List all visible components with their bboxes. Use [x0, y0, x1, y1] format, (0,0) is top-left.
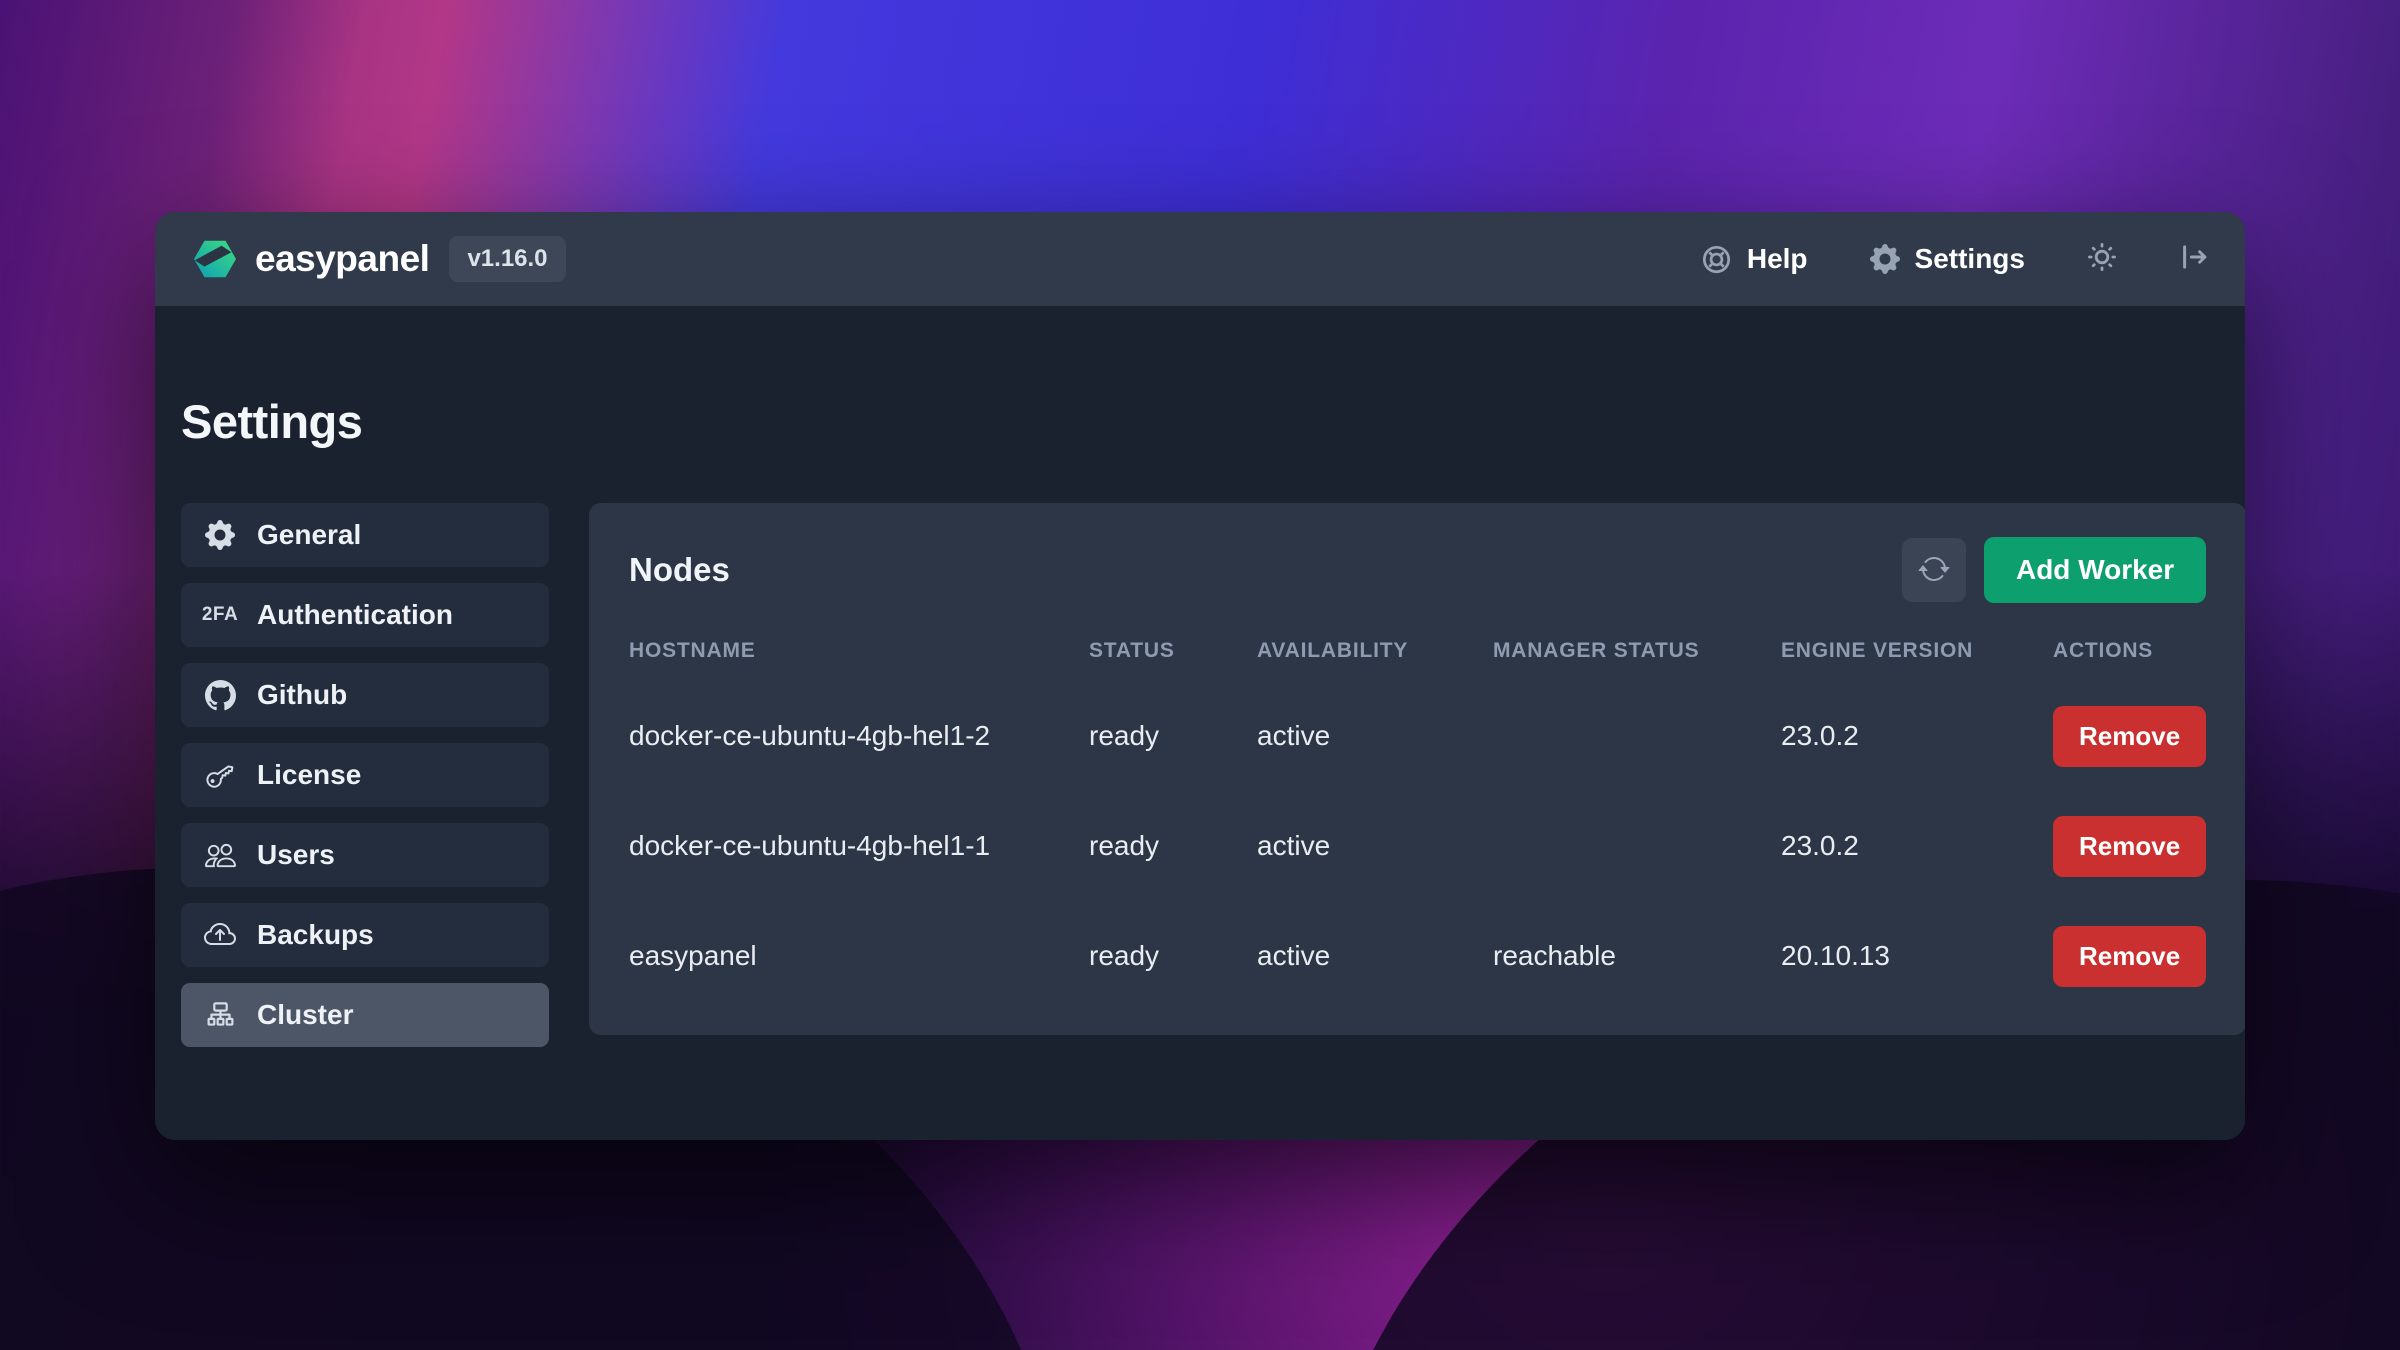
settings-sidebar: General 2FA Authentication Github Licens…: [181, 503, 549, 1047]
logout-button[interactable]: [2179, 242, 2209, 277]
sidebar-item-license[interactable]: License: [181, 743, 549, 807]
sidebar-item-label: Github: [257, 679, 347, 711]
table-header-row: HOSTNAMESTATUSAVAILABILITYMANAGER STATUS…: [629, 621, 2206, 681]
sidebar-item-general[interactable]: General: [181, 503, 549, 567]
cell-engine-version: 23.0.2: [1781, 720, 2053, 752]
sidebar-item-label: Backups: [257, 919, 374, 951]
cell-engine-version: 23.0.2: [1781, 830, 2053, 862]
sidebar-item-cluster[interactable]: Cluster: [181, 983, 549, 1047]
lifebuoy-icon: [1701, 244, 1732, 275]
sidebar-item-label: Authentication: [257, 599, 453, 631]
column-header: STATUS: [1089, 639, 1257, 663]
brand-name: easypanel: [255, 238, 429, 280]
add-worker-button[interactable]: Add Worker: [1984, 537, 2206, 603]
sidebar-item-users[interactable]: Users: [181, 823, 549, 887]
cell-status: ready: [1089, 720, 1257, 752]
sidebar-item-github[interactable]: Github: [181, 663, 549, 727]
settings-page: Settings General 2FA Authentication Gith…: [155, 306, 2245, 1047]
cell-availability: active: [1257, 830, 1493, 862]
brand[interactable]: easypanel: [191, 235, 429, 283]
cell-engine-version: 20.10.13: [1781, 940, 2053, 972]
sidebar-item-label: General: [257, 519, 361, 551]
cell-hostname: docker-ce-ubuntu-4gb-hel1-1: [629, 830, 1089, 862]
cell-actions: Remove: [2053, 816, 2206, 877]
remove-button[interactable]: Remove: [2053, 706, 2206, 767]
cell-hostname: easypanel: [629, 940, 1089, 972]
panel-title: Nodes: [629, 551, 730, 589]
nodes-table: HOSTNAMESTATUSAVAILABILITYMANAGER STATUS…: [629, 621, 2206, 1011]
sidebar-item-label: Users: [257, 839, 335, 871]
cell-actions: Remove: [2053, 926, 2206, 987]
sidebar-item-authentication[interactable]: 2FA Authentication: [181, 583, 549, 647]
users-icon: [203, 840, 237, 871]
cloud-upload-icon: [203, 919, 237, 951]
refresh-button[interactable]: [1902, 538, 1966, 602]
sun-icon: [2087, 242, 2117, 277]
table-row: docker-ce-ubuntu-4gb-hel1-2 ready active…: [629, 681, 2206, 791]
top-bar: easypanel v1.16.0 Help Settin: [155, 212, 2245, 306]
cell-status: ready: [1089, 830, 1257, 862]
two-fa-icon: 2FA: [203, 604, 237, 626]
sidebar-item-label: Cluster: [257, 999, 353, 1031]
settings-button[interactable]: Settings: [1870, 243, 2025, 275]
panel-header: Nodes Add Worker: [629, 537, 2206, 603]
column-header: MANAGER STATUS: [1493, 639, 1781, 663]
panel-actions: Add Worker: [1902, 537, 2206, 603]
gear-icon: [1870, 244, 1900, 274]
cell-hostname: docker-ce-ubuntu-4gb-hel1-2: [629, 720, 1089, 752]
remove-button[interactable]: Remove: [2053, 926, 2206, 987]
sitemap-icon: [203, 1000, 237, 1031]
sidebar-item-label: License: [257, 759, 361, 791]
key-icon: [203, 760, 237, 791]
remove-button[interactable]: Remove: [2053, 816, 2206, 877]
column-header: ENGINE VERSION: [1781, 639, 2053, 663]
github-icon: [203, 680, 237, 711]
cell-availability: active: [1257, 720, 1493, 752]
table-row: docker-ce-ubuntu-4gb-hel1-1 ready active…: [629, 791, 2206, 901]
table-row: easypanel ready active reachable 20.10.1…: [629, 901, 2206, 1011]
table-body: docker-ce-ubuntu-4gb-hel1-2 ready active…: [629, 681, 2206, 1011]
easypanel-window: easypanel v1.16.0 Help Settin: [155, 212, 2245, 1140]
column-header: AVAILABILITY: [1257, 639, 1493, 663]
refresh-icon: [1918, 553, 1950, 588]
sidebar-item-backups[interactable]: Backups: [181, 903, 549, 967]
cell-actions: Remove: [2053, 706, 2206, 767]
version-badge: v1.16.0: [449, 236, 565, 282]
column-header: HOSTNAME: [629, 639, 1089, 663]
nodes-panel: Nodes Add Worker: [589, 503, 2245, 1035]
gear-icon: [203, 520, 237, 550]
theme-toggle-button[interactable]: [2087, 242, 2117, 277]
cell-status: ready: [1089, 940, 1257, 972]
help-button[interactable]: Help: [1701, 243, 1808, 275]
page-title: Settings: [181, 394, 2219, 449]
cell-availability: active: [1257, 940, 1493, 972]
cell-manager-status: reachable: [1493, 940, 1781, 972]
settings-label: Settings: [1915, 243, 2025, 275]
easypanel-logo-icon: [191, 235, 239, 283]
logout-icon: [2179, 242, 2209, 277]
top-nav: Help Settings: [1701, 242, 2209, 277]
help-label: Help: [1747, 243, 1808, 275]
column-header: ACTIONS: [2053, 639, 2206, 663]
